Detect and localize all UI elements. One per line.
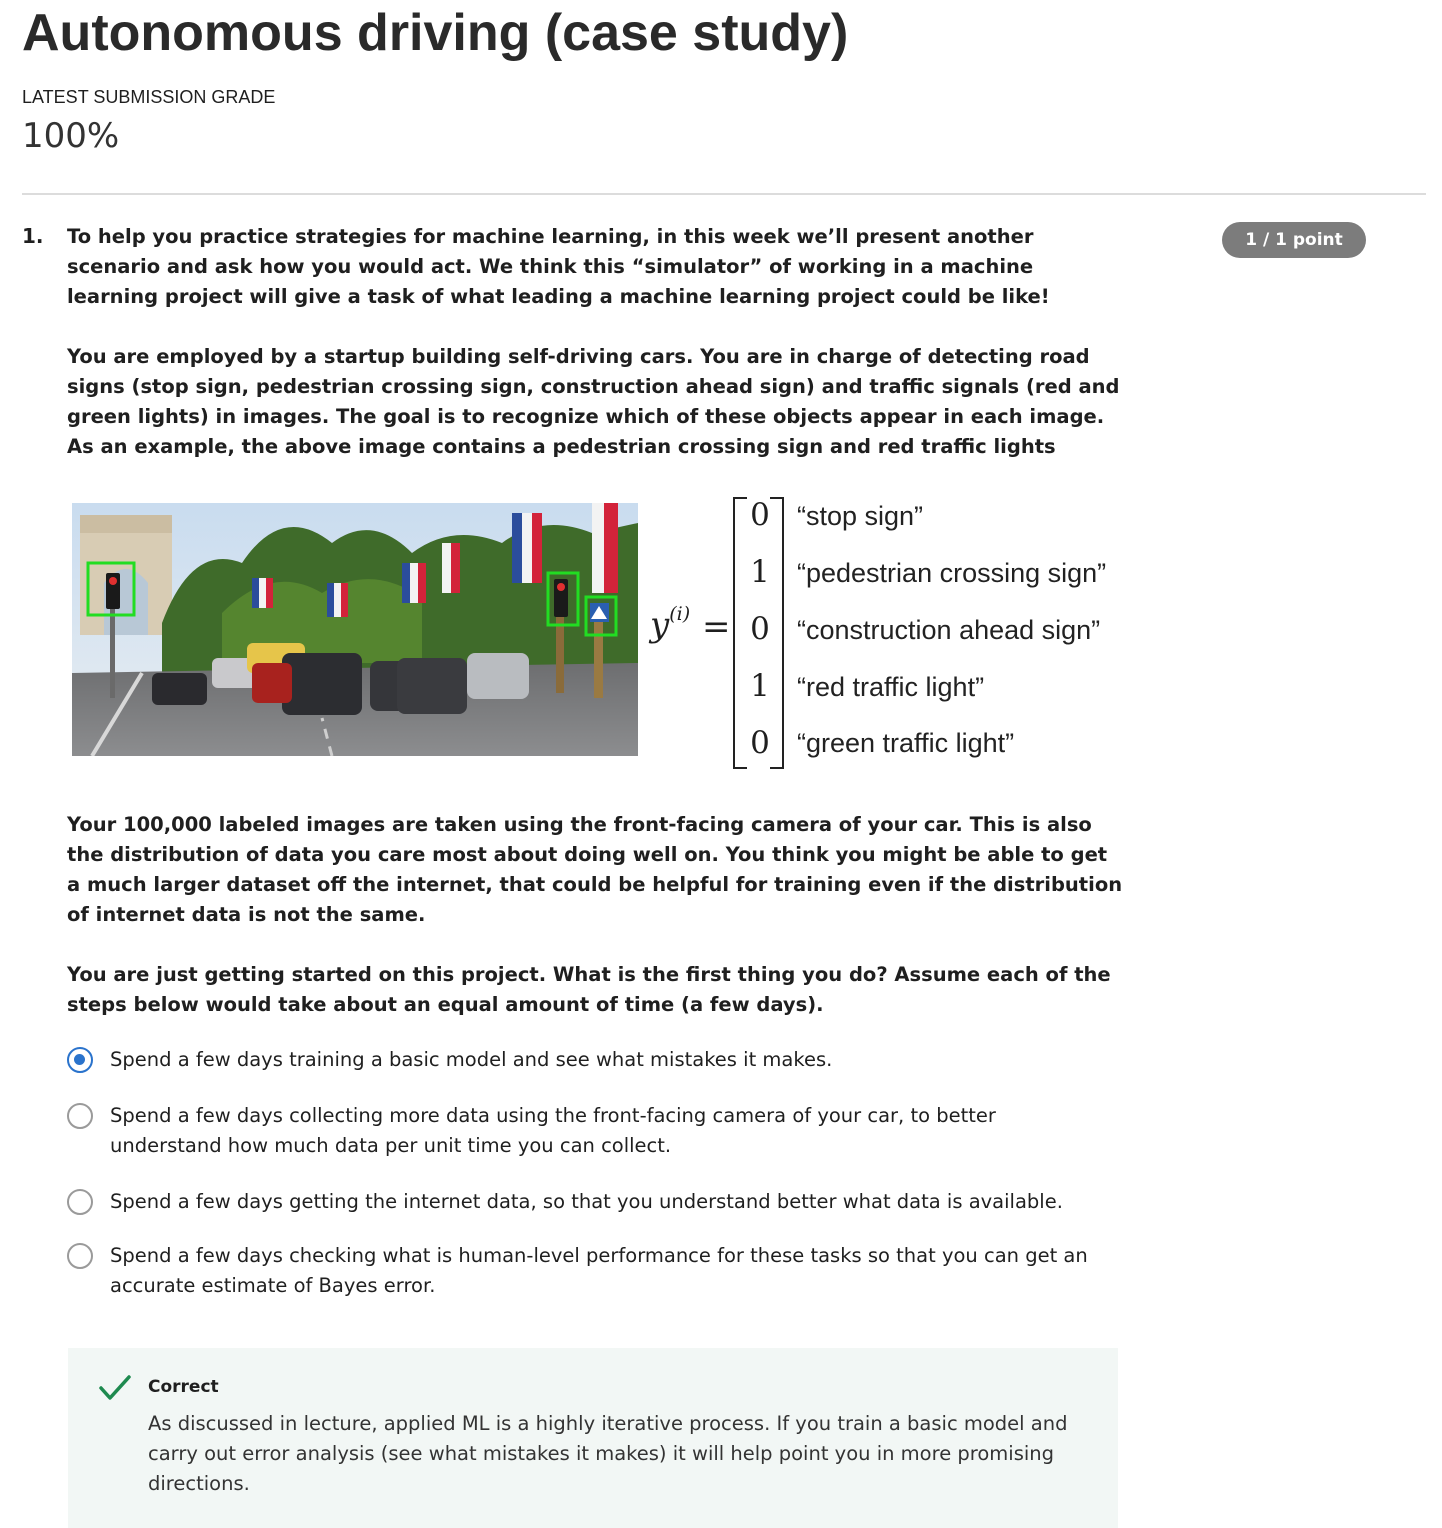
grade-label: LATEST SUBMISSION GRADE <box>22 87 276 107</box>
checkmark-icon <box>98 1374 132 1406</box>
feedback-status: Correct <box>148 1377 219 1397</box>
equals-sign: = <box>702 607 731 647</box>
question-scenario: You are employed by a startup building s… <box>67 345 1120 458</box>
radio-selected[interactable] <box>67 1047 93 1073</box>
points-badge: 1 / 1 point <box>1222 222 1366 258</box>
vector-label: “pedestrian crossing sign” <box>797 558 1107 588</box>
answer-option-text: Spend a few days checking what is human-… <box>110 1244 1088 1297</box>
vector-value: 0 <box>750 497 770 533</box>
vector-value: 0 <box>750 611 770 647</box>
vector-value: 1 <box>750 668 770 704</box>
divider <box>22 193 1426 195</box>
vector-label: “stop sign” <box>797 501 924 531</box>
answer-option-text: Spend a few days training a basic model … <box>110 1048 833 1071</box>
question-data-context: Your 100,000 labeled images are taken us… <box>67 813 1123 926</box>
answer-option-1[interactable]: Spend a few days training a basic model … <box>67 1045 1117 1077</box>
left-bracket <box>733 497 747 769</box>
radio-unselected[interactable] <box>67 1243 93 1269</box>
vector-label: “red traffic light” <box>797 672 985 702</box>
vector-label: “construction ahead sign” <box>797 615 1101 645</box>
y-variable: y(i) <box>650 602 691 645</box>
grade-value: 100% <box>22 116 120 156</box>
question-intro: To help you practice strategies for mach… <box>67 225 1050 308</box>
question-prompt: You are just getting started on this pro… <box>67 963 1111 1016</box>
answer-option-text: Spend a few days getting the internet da… <box>110 1190 1063 1213</box>
feedback-panel: Correct As discussed in lecture, applied… <box>68 1348 1118 1528</box>
label-vector: y(i) = 0 1 0 1 0 “stop sign” “pedestrian… <box>640 493 1140 773</box>
vector-label: “green traffic light” <box>797 728 1015 758</box>
question-number: 1. <box>22 224 44 248</box>
radio-unselected[interactable] <box>67 1189 93 1215</box>
street-scene-image <box>72 503 638 756</box>
answer-option-2[interactable]: Spend a few days collecting more data us… <box>67 1101 1117 1163</box>
answer-option-3[interactable]: Spend a few days getting the internet da… <box>67 1187 1117 1219</box>
answer-option-text: Spend a few days collecting more data us… <box>110 1104 996 1157</box>
vector-value: 0 <box>750 725 770 761</box>
answer-option-4[interactable]: Spend a few days checking what is human-… <box>67 1241 1117 1303</box>
feedback-explanation: As discussed in lecture, applied ML is a… <box>148 1412 1068 1495</box>
right-bracket <box>770 497 784 769</box>
vector-value: 1 <box>750 554 770 590</box>
y-superscript: (i) <box>669 602 691 625</box>
radio-unselected[interactable] <box>67 1103 93 1129</box>
page-title: Autonomous driving (case study) <box>22 4 849 62</box>
